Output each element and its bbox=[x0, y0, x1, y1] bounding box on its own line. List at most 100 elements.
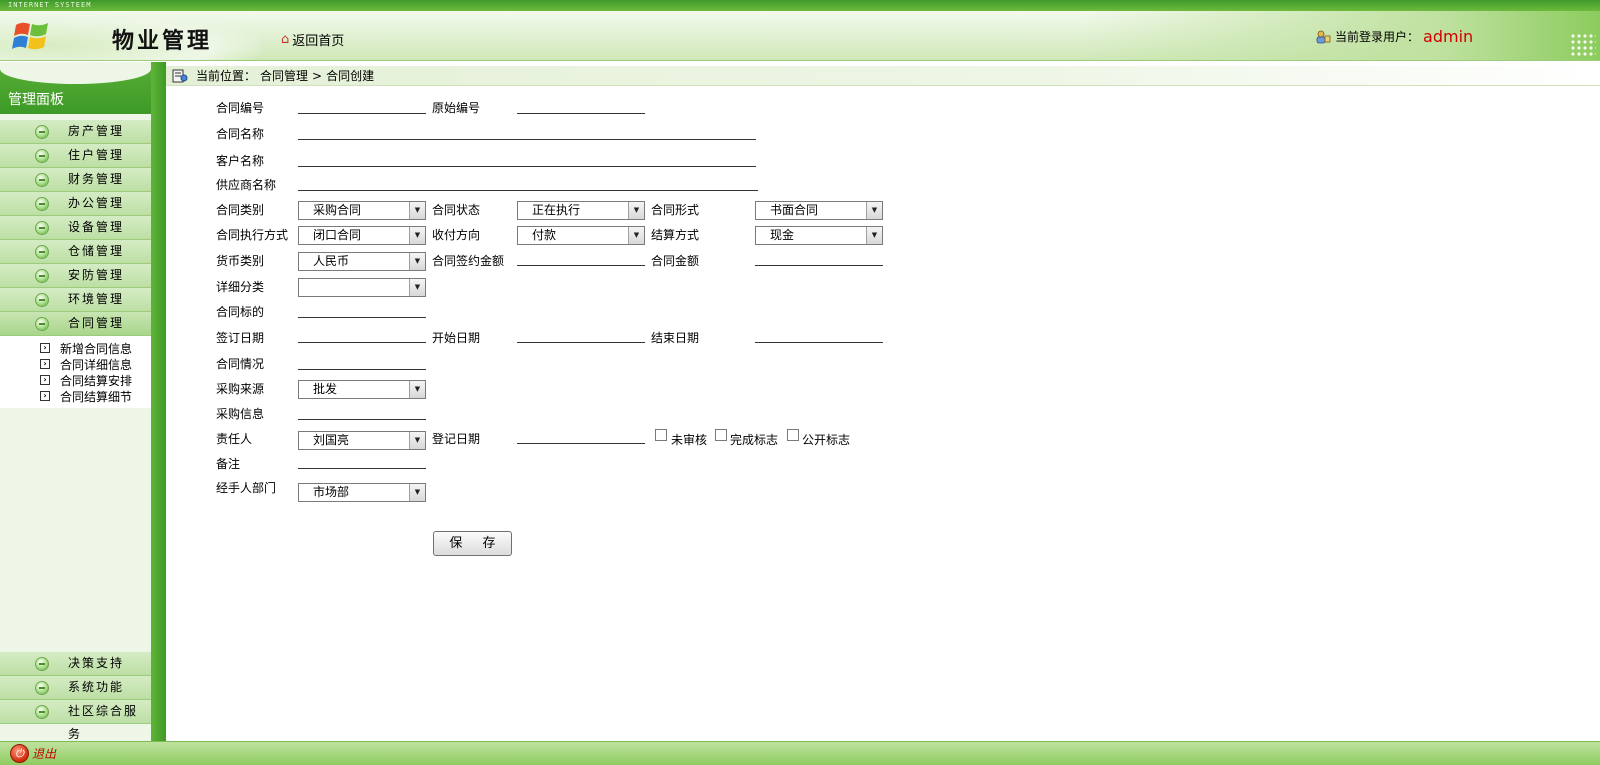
remarks-input[interactable] bbox=[298, 452, 426, 469]
home-link[interactable]: ⌂ 返回首页 bbox=[281, 30, 344, 49]
contract-status-select[interactable]: 正在执行 ▼ bbox=[517, 201, 645, 220]
sidebar-item-security[interactable]: 安防管理 bbox=[0, 264, 151, 288]
home-icon: ⌂ bbox=[281, 32, 290, 47]
sidebar-item-property[interactable]: 房产管理 bbox=[0, 120, 151, 144]
contract-subject-input[interactable] bbox=[298, 301, 426, 318]
sidebar-item-label: 系统功能 bbox=[68, 680, 125, 694]
settlement-method-select[interactable]: 现金 ▼ bbox=[755, 226, 883, 245]
payment-direction-value: 付款 bbox=[532, 228, 557, 242]
contract-type-select[interactable]: 采购合同 ▼ bbox=[298, 201, 426, 220]
contract-situation-input[interactable] bbox=[298, 353, 426, 370]
main-content: 当前位置： 合同管理 > 合同创建 合同编号 原始编号 合同名称 客户名称 供应… bbox=[166, 62, 1600, 741]
execution-mode-label: 合同执行方式 bbox=[216, 228, 289, 242]
customer-name-input[interactable] bbox=[298, 150, 756, 167]
supplier-name-label: 供应商名称 bbox=[216, 178, 277, 192]
public-flag-checkbox[interactable] bbox=[787, 429, 799, 441]
submenu-label: 合同结算细节 bbox=[60, 389, 133, 404]
purchase-source-select[interactable]: 批发 ▼ bbox=[298, 380, 426, 399]
purchase-source-value: 批发 bbox=[313, 382, 338, 396]
panel-title: 管理面板 bbox=[0, 66, 151, 114]
submenu-settlement-schedule[interactable]: › 合同结算安排 bbox=[0, 372, 151, 388]
current-user: 当前登录用户： admin bbox=[1316, 27, 1473, 46]
sidebar-item-equipment[interactable]: 设备管理 bbox=[0, 216, 151, 240]
sidebar-item-residents[interactable]: 住户管理 bbox=[0, 144, 151, 168]
submenu-settlement-details[interactable]: › 合同结算细节 bbox=[0, 388, 151, 404]
windows-logo-icon bbox=[12, 22, 48, 50]
menu-orb-icon bbox=[35, 681, 49, 695]
remarks-label: 备注 bbox=[216, 457, 241, 471]
contract-status-value: 正在执行 bbox=[532, 203, 581, 217]
chevron-down-icon: ▼ bbox=[409, 381, 425, 398]
purchase-source-label: 采购来源 bbox=[216, 382, 265, 396]
currency-select[interactable]: 人民币 ▼ bbox=[298, 252, 426, 271]
submenu-new-contract[interactable]: › 新增合同信息 bbox=[0, 340, 151, 356]
original-no-input[interactable] bbox=[517, 97, 645, 114]
contract-subject-label: 合同标的 bbox=[216, 305, 265, 319]
top-strip: INTERNET SYSTEEM bbox=[0, 0, 1600, 11]
sidebar-item-environment[interactable]: 环境管理 bbox=[0, 288, 151, 312]
sidebar: 管理面板 房产管理 住户管理 财务管理 办公管理 设备管理 仓储管理 安防管理 … bbox=[0, 62, 166, 741]
sidebar-item-decision-support[interactable]: 决策支持 bbox=[0, 652, 151, 676]
execution-mode-select[interactable]: 闭口合同 ▼ bbox=[298, 226, 426, 245]
menu-orb-icon bbox=[35, 197, 49, 211]
sidebar-item-finance[interactable]: 财务管理 bbox=[0, 168, 151, 192]
end-date-input[interactable] bbox=[755, 326, 883, 343]
handler-dept-value: 市场部 bbox=[313, 485, 350, 499]
submenu-contract-details[interactable]: › 合同详细信息 bbox=[0, 356, 151, 372]
chevron-down-icon: ▼ bbox=[409, 279, 425, 296]
contract-situation-label: 合同情况 bbox=[216, 357, 265, 371]
menu-orb-icon bbox=[35, 245, 49, 259]
completed-checkbox[interactable] bbox=[715, 429, 727, 441]
app-header: 物业管理 ⌂ 返回首页 当前登录用户： admin bbox=[0, 11, 1600, 61]
currency-label: 货币类别 bbox=[216, 254, 265, 268]
payment-direction-select[interactable]: 付款 ▼ bbox=[517, 226, 645, 245]
contract-status-label: 合同状态 bbox=[432, 203, 481, 217]
contract-form-select[interactable]: 书面合同 ▼ bbox=[755, 201, 883, 220]
breadcrumb-level1[interactable]: 合同管理 bbox=[260, 67, 308, 84]
unreviewed-label: 未审核 bbox=[671, 433, 708, 447]
sidebar-item-label: 住户管理 bbox=[68, 148, 125, 162]
detail-category-select[interactable]: ▼ bbox=[298, 278, 426, 297]
contract-type-label: 合同类别 bbox=[216, 203, 265, 217]
menu-orb-icon bbox=[35, 705, 49, 719]
chevron-down-icon: ▼ bbox=[628, 227, 644, 244]
handler-dept-select[interactable]: 市场部 ▼ bbox=[298, 483, 426, 502]
supplier-name-input[interactable] bbox=[298, 174, 758, 191]
completed-label: 完成标志 bbox=[730, 433, 779, 447]
app-title: 物业管理 bbox=[112, 28, 213, 54]
start-date-input[interactable] bbox=[517, 326, 645, 343]
sidebar-item-label: 仓储管理 bbox=[68, 244, 125, 258]
customer-name-label: 客户名称 bbox=[216, 154, 265, 168]
register-date-input[interactable] bbox=[517, 427, 645, 444]
logout-button[interactable]: ⏻ 退出 bbox=[10, 744, 56, 763]
sidebar-item-office[interactable]: 办公管理 bbox=[0, 192, 151, 216]
sidebar-item-system[interactable]: 系统功能 bbox=[0, 676, 151, 700]
contract-amount-label: 合同金额 bbox=[651, 254, 700, 268]
sidebar-item-contracts[interactable]: 合同管理 bbox=[0, 312, 151, 336]
sidebar-item-community-services[interactable]: 社区综合服务 bbox=[0, 700, 151, 741]
contract-form-label: 合同形式 bbox=[651, 203, 700, 217]
responsible-select[interactable]: 刘国亮 ▼ bbox=[298, 431, 426, 450]
unreviewed-checkbox[interactable] bbox=[655, 429, 667, 441]
contract-name-input[interactable] bbox=[298, 123, 756, 140]
sign-date-input[interactable] bbox=[298, 326, 426, 343]
contract-no-input[interactable] bbox=[298, 97, 426, 114]
chevron-down-icon: ▼ bbox=[628, 202, 644, 219]
contract-amount-input[interactable] bbox=[755, 249, 883, 266]
responsible-value: 刘国亮 bbox=[313, 433, 350, 447]
contract-no-label: 合同编号 bbox=[216, 101, 265, 115]
sidebar-menu: 房产管理 住户管理 财务管理 办公管理 设备管理 仓储管理 安防管理 环境管理 … bbox=[0, 120, 151, 408]
purchase-info-input[interactable] bbox=[298, 403, 426, 420]
location-book-icon bbox=[172, 69, 188, 82]
signed-amount-input[interactable] bbox=[517, 249, 645, 266]
menu-orb-icon bbox=[35, 125, 49, 139]
public-flag-label: 公开标志 bbox=[802, 433, 851, 447]
menu-orb-icon bbox=[35, 269, 49, 283]
chevron-down-icon: ▼ bbox=[409, 253, 425, 270]
sidebar-item-label: 财务管理 bbox=[68, 172, 125, 186]
panel-title-label: 管理面板 bbox=[8, 92, 64, 108]
footer-bar: ⏻ 退出 bbox=[0, 741, 1600, 765]
breadcrumb-prefix: 当前位置： bbox=[196, 69, 257, 83]
sidebar-item-warehouse[interactable]: 仓储管理 bbox=[0, 240, 151, 264]
save-button[interactable]: 保 存 bbox=[433, 531, 512, 556]
